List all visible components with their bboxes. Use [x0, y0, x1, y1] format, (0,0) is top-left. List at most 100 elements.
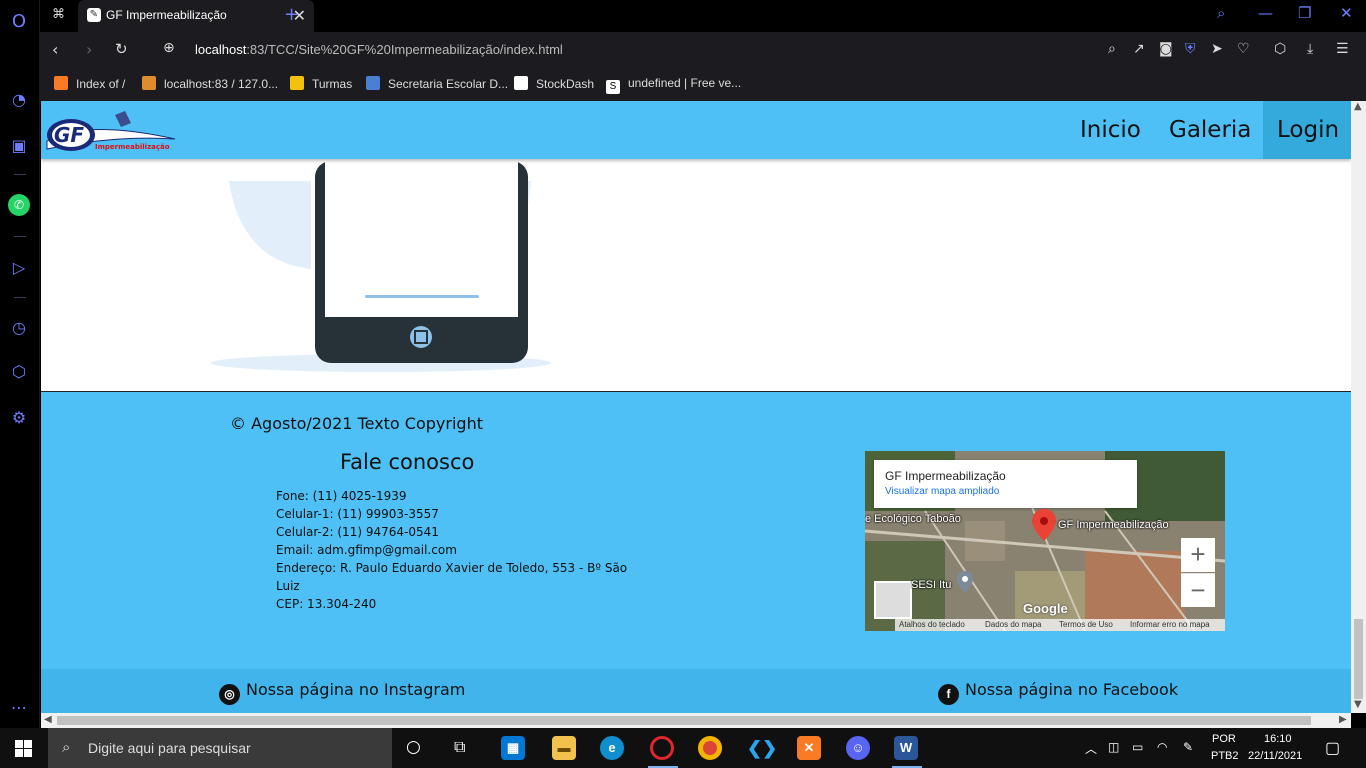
camera-icon[interactable]: ◙ [1159, 41, 1173, 57]
google-logo: Google [1023, 601, 1068, 616]
nav-galeria[interactable]: Galeria [1155, 101, 1265, 159]
map-pin-icon[interactable] [1032, 509, 1056, 541]
more-icon[interactable]: ⋯ [8, 696, 30, 718]
map-attribution: Atalhos do teclado Dados do mapa Termos … [895, 619, 1225, 631]
windows-start-icon[interactable] [15, 740, 32, 757]
clock-date[interactable]: 22/11/2021 [1248, 750, 1302, 762]
nav-login[interactable]: Login [1263, 101, 1351, 159]
forward-icon[interactable]: › [86, 40, 92, 59]
notifications-icon[interactable]: ▢ [1325, 738, 1340, 758]
store-icon[interactable]: ▦ [501, 736, 525, 760]
heart-icon[interactable]: ♡ [1237, 41, 1250, 57]
clock-time[interactable]: 16:10 [1264, 733, 1292, 745]
file-explorer-icon[interactable]: ▬ [552, 736, 576, 760]
reload-icon[interactable]: ↻ [115, 40, 128, 58]
instagram-link[interactable]: ◎ Nossa página no Instagram [219, 680, 465, 705]
windows-taskbar: ⌕ Digite aqui para pesquisar ○ ⧉ ▦ ▬ e ❮… [0, 728, 1366, 768]
taskbar-search[interactable]: ⌕ Digite aqui para pesquisar [48, 728, 392, 768]
meet-icon[interactable]: ◫ [1108, 740, 1119, 754]
instagram-text: Nossa página no Instagram [246, 680, 466, 699]
discord-icon[interactable]: ☺ [846, 736, 870, 760]
url-field[interactable]: localhost:83/TCC/Site%20GF%20Impermeabil… [195, 42, 563, 57]
back-icon[interactable]: ‹ [52, 40, 58, 59]
search-icon: ⌕ [62, 738, 71, 756]
send-icon[interactable]: ➤ [1211, 41, 1223, 57]
copyright-text: © Agosto/2021 Texto Copyright [230, 414, 483, 433]
player-icon[interactable]: ▷ [8, 256, 30, 278]
keyboard-layout[interactable]: PTB2 [1211, 750, 1239, 762]
vpn-shield-icon[interactable]: ⛨ [1185, 41, 1196, 57]
tray-chevron-icon[interactable]: ︿ [1085, 740, 1097, 757]
speed-dial-icon[interactable]: ◔ [8, 88, 30, 110]
map-data-link[interactable]: Dados do mapa [985, 620, 1041, 629]
chrome-icon[interactable] [698, 736, 722, 760]
menu-icon[interactable]: ☰ [1336, 41, 1349, 57]
map-terms-link[interactable]: Termos de Uso [1059, 620, 1113, 629]
language-code[interactable]: POR [1212, 733, 1236, 745]
vscode-icon[interactable]: ❮❯ [747, 736, 777, 760]
shopping-bag-icon[interactable]: ▣ [8, 134, 30, 156]
horizontal-scroll-thumb[interactable] [57, 716, 1311, 725]
facebook-link[interactable]: f Nossa página no Facebook [938, 680, 1178, 705]
pen-icon[interactable]: ✎ [1183, 740, 1193, 754]
zoom-search-icon[interactable]: ⌕ [1108, 41, 1116, 57]
contact-title: Fale conosco [340, 450, 475, 474]
contact-cell-2: Celular-2: (11) 94764-0541 [276, 525, 439, 539]
opera-logo-icon[interactable]: O [8, 10, 30, 32]
share-icon[interactable]: ↗ [1133, 41, 1145, 57]
scroll-left-icon[interactable]: ◀ [44, 714, 52, 725]
scroll-up-icon[interactable]: ▲ [1354, 101, 1362, 112]
vertical-scroll-thumb[interactable] [1354, 619, 1363, 699]
wifi-icon[interactable]: ◠ [1157, 740, 1167, 754]
download-icon[interactable]: ⤓ [1307, 41, 1313, 57]
extensions-cube-icon[interactable]: ⬡ [8, 360, 30, 382]
bookmark-item[interactable]: Index of / [54, 76, 125, 91]
cube-icon[interactable]: ⬡ [1274, 41, 1286, 57]
address-bar: ‹ › ↻ ⊕ localhost:83/TCC/Site%20GF%20Imp… [40, 32, 1366, 68]
word-icon[interactable]: W [894, 736, 918, 760]
bookmark-item[interactable]: Turmas [290, 76, 352, 91]
minimize-icon[interactable]: — [1258, 4, 1273, 22]
google-map-embed[interactable]: GF Impermeabilização Visualizar mapa amp… [865, 451, 1225, 631]
whatsapp-icon[interactable]: ✆ [8, 194, 30, 216]
bookmarks-bar: Index of / localhost:83 / 127.0... Turma… [40, 68, 1366, 101]
map-zoom-out-button[interactable]: − [1181, 573, 1215, 607]
bookmark-item[interactable]: StockDash [514, 76, 594, 91]
scroll-right-icon[interactable]: ▶ [1339, 714, 1347, 725]
logo-subtext: Impermeabilização [95, 143, 170, 151]
new-tab-icon[interactable]: + [284, 4, 299, 25]
contact-list: Fone: (11) 4025-1939 Celular-1: (11) 999… [276, 487, 646, 613]
battery-icon[interactable]: ▭ [1132, 740, 1143, 754]
map-label-pin: GF Impermeabilização [1058, 519, 1169, 531]
scroll-down-icon[interactable]: ▼ [1354, 699, 1362, 710]
tab-title: GF Impermeabilização [106, 8, 227, 22]
active-tab[interactable]: ✎ GF Impermeabilização ✕ [78, 0, 314, 32]
edge-icon[interactable]: e [600, 736, 624, 760]
bookmark-item[interactable]: localhost:83 / 127.0... [142, 76, 278, 91]
xampp-icon[interactable]: ✕ [797, 736, 821, 760]
map-report-link[interactable]: Informar erro no mapa [1130, 620, 1210, 629]
map-keyboard-shortcuts[interactable]: Atalhos do teclado [899, 620, 965, 629]
logo-text: GF [54, 123, 84, 147]
gf-logo[interactable]: GF Impermeabilização [45, 105, 177, 155]
horizontal-scrollbar[interactable]: ◀ ▶ [41, 713, 1351, 728]
settings-gear-icon[interactable]: ⚙ [8, 406, 30, 428]
history-icon[interactable]: ◷ [8, 316, 30, 338]
opera-taskbar-icon[interactable] [650, 736, 674, 760]
restore-icon[interactable]: ❐ [1298, 4, 1311, 22]
search-tabs-icon[interactable]: ⌕ [1217, 4, 1225, 22]
map-enlarge-link[interactable]: Visualizar mapa ampliado [885, 486, 999, 497]
task-view-icon[interactable]: ⧉ [454, 737, 465, 757]
window-close-icon[interactable]: ✕ [1340, 4, 1353, 22]
nav-inicio[interactable]: Inicio [1066, 101, 1155, 159]
gamepad-icon[interactable]: ⌘ [52, 7, 65, 22]
bookmark-item[interactable]: Sundefined | Free ve... [606, 76, 741, 94]
bookmark-item[interactable]: Secretaria Escolar D... [366, 76, 508, 91]
map-info-card: GF Impermeabilização Visualizar mapa amp… [874, 460, 1137, 508]
map-poi-icon[interactable] [957, 571, 973, 593]
map-zoom-in-button[interactable]: + [1181, 538, 1215, 572]
map-place-title: GF Impermeabilização [885, 469, 1006, 483]
tab-bar: ⌘ ✎ GF Impermeabilização ✕ + ⌕ — ❐ ✕ [40, 0, 1366, 32]
vertical-scrollbar[interactable]: ▲ ▼ [1351, 101, 1366, 713]
cortana-icon[interactable]: ○ [406, 737, 421, 757]
